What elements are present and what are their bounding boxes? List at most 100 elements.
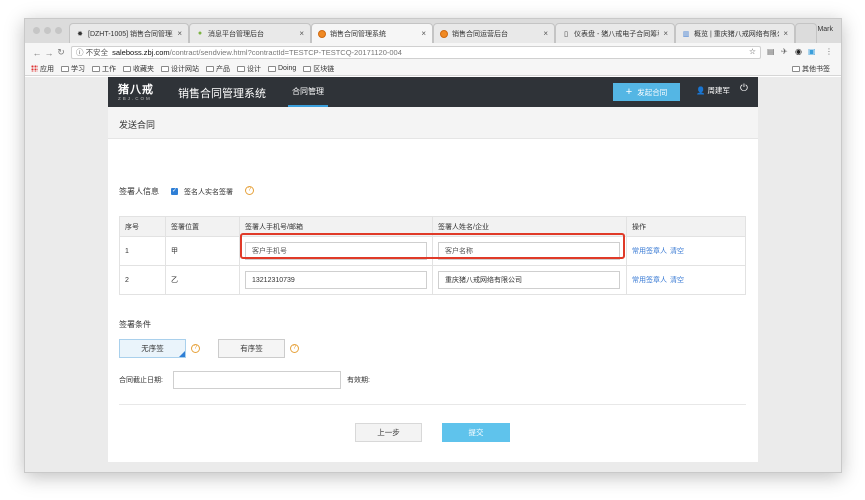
column-header: 操作: [626, 216, 746, 237]
clear-link[interactable]: 清空: [670, 277, 684, 284]
row-number: 2: [119, 265, 166, 295]
logout-icon[interactable]: ⏻: [740, 83, 748, 94]
logo[interactable]: 猪八戒: [118, 81, 154, 97]
zoom-window-dot[interactable]: [55, 27, 62, 34]
unordered-sign-option[interactable]: 无序签: [119, 339, 186, 358]
folder-icon: [61, 65, 69, 72]
previous-step-button[interactable]: 上一步: [355, 423, 422, 442]
bookmark-folder[interactable]: 工作: [92, 64, 116, 74]
row-number: 1: [119, 236, 166, 266]
close-window-dot[interactable]: [33, 27, 40, 34]
extension-icon[interactable]: ◉: [795, 47, 802, 56]
tab-sales-contract[interactable]: 销售合同管理系统 ×: [311, 23, 433, 43]
bookmark-apps[interactable]: 应用: [31, 64, 54, 74]
submit-button[interactable]: 提交: [442, 423, 510, 442]
ordered-sign-option[interactable]: 有序签: [218, 339, 285, 358]
column-header: 序号: [119, 216, 166, 237]
table-row: 2 乙 13212310739 重庆猪八戒网络有限公司 常用签章人 清空: [119, 265, 746, 295]
sign-position: 乙: [165, 265, 240, 295]
nav-tab-contract-management[interactable]: 合同管理: [288, 77, 328, 107]
minimize-window-dot[interactable]: [44, 27, 51, 34]
reload-icon[interactable]: ↻: [55, 47, 67, 58]
bookmark-folder[interactable]: 收藏夹: [123, 64, 154, 74]
close-icon[interactable]: ×: [177, 29, 182, 38]
close-icon[interactable]: ×: [299, 29, 304, 38]
bookmark-folder[interactable]: 设计: [237, 64, 261, 74]
clear-link[interactable]: 清空: [670, 248, 684, 255]
plus-icon: +: [625, 86, 633, 98]
page-icon: ▯: [564, 30, 568, 38]
common-signer-link[interactable]: 常用签章人: [632, 248, 667, 255]
validity-label: 有效期:: [347, 377, 370, 384]
sign-condition-label: 签署条件: [119, 320, 151, 329]
system-name: 销售合同管理系统: [178, 88, 266, 100]
close-icon[interactable]: ×: [783, 29, 788, 38]
bookmark-star-icon[interactable]: ☆: [749, 47, 756, 56]
leaf-icon: ●: [197, 30, 203, 37]
logo-subtext: ZBJ.COM: [118, 96, 152, 101]
folder-icon: [268, 65, 276, 72]
signer-info-label: 签署人信息: [119, 187, 159, 196]
close-icon[interactable]: ×: [543, 29, 548, 38]
close-icon[interactable]: ×: [663, 29, 668, 38]
toolbar: ← → ↻ ⓘ 不安全 saleboss.zbj.com /contract/s…: [25, 43, 841, 62]
bookmark-folder[interactable]: 产品: [206, 64, 230, 74]
folder-icon: [92, 65, 100, 72]
insecure-label[interactable]: ⓘ 不安全: [76, 47, 108, 58]
column-header: 签署位置: [165, 216, 240, 237]
folder-icon: [161, 65, 169, 72]
orange-dot-icon: [318, 29, 326, 38]
deadline-label: 合同截止日期:: [119, 377, 163, 384]
highlight-box: [240, 233, 625, 259]
user-menu[interactable]: 👤 周建军: [696, 85, 730, 96]
menu-icon[interactable]: ⋮: [825, 47, 833, 56]
forward-icon[interactable]: →: [43, 48, 55, 58]
signer-name-input[interactable]: 重庆猪八戒网络有限公司: [438, 271, 620, 289]
help-icon[interactable]: ?: [245, 186, 254, 195]
tab-sales-ops[interactable]: 销售合同运营后台 ×: [433, 23, 555, 43]
help-icon[interactable]: ?: [191, 344, 200, 353]
url-domain: saleboss.zbj.com: [112, 48, 170, 57]
other-bookmarks[interactable]: 其他书签: [792, 64, 830, 74]
page: 猪八戒 ZBJ.COM 销售合同管理系统 合同管理 + 发起合同 👤 周建军 ⏻…: [25, 77, 841, 472]
app-header: 猪八戒 ZBJ.COM 销售合同管理系统 合同管理 + 发起合同 👤 周建军 ⏻: [108, 77, 758, 107]
selected-corner-icon: [179, 351, 185, 357]
ticket-icon: ✸: [77, 30, 83, 38]
sign-position: 甲: [165, 236, 240, 266]
back-icon[interactable]: ←: [31, 48, 43, 58]
tab-dzht[interactable]: ✸ [DZHT-1005] 销售合同管理系 ×: [69, 23, 189, 43]
extension-icon[interactable]: ▤: [767, 47, 775, 56]
close-icon[interactable]: ×: [421, 29, 426, 38]
bookmark-folder[interactable]: 设计网站: [161, 64, 199, 74]
row-actions: 常用签章人 清空: [626, 265, 746, 295]
page-title: 发送合同: [119, 120, 156, 130]
address-bar[interactable]: ⓘ 不安全 saleboss.zbj.com /contract/sendvie…: [71, 46, 761, 59]
realname-checkbox[interactable]: ✓: [171, 188, 178, 195]
realname-checkbox-label: 签名人实名签署: [184, 189, 233, 196]
bookmark-folder[interactable]: 学习: [61, 64, 85, 74]
bookmark-folder[interactable]: 区块链: [303, 64, 334, 74]
row-actions: 常用签章人 清空: [626, 236, 746, 266]
tab-message-platform[interactable]: ● 消息平台管理后台 ×: [189, 23, 311, 43]
extension-icon[interactable]: ▣: [808, 47, 816, 56]
folder-icon: [206, 65, 214, 72]
tab-overview[interactable]: ▥ 概览 | 重庆猪八戒网络有限公 ×: [675, 23, 795, 43]
user-icon: 👤: [696, 86, 706, 95]
tab-dashboard[interactable]: ▯ 仪表盘 - 猪八戒电子合同筹私 ×: [555, 23, 675, 43]
new-tab-button[interactable]: [795, 23, 817, 43]
deadline-date-input[interactable]: [173, 371, 341, 389]
launch-contract-button[interactable]: + 发起合同: [613, 83, 680, 101]
common-signer-link[interactable]: 常用签章人: [632, 277, 667, 284]
chart-icon: ▥: [682, 30, 690, 38]
folder-icon: [123, 65, 131, 72]
bookmarks-bar: 应用 学习 工作 收藏夹 设计网站 产品 设计 Doing 区块链 其他书签: [25, 62, 841, 76]
folder-icon: [792, 65, 800, 72]
apps-icon: [31, 65, 38, 72]
extension-icon[interactable]: ✈: [781, 47, 788, 56]
profile-name[interactable]: Mark: [817, 26, 833, 33]
help-icon[interactable]: ?: [290, 344, 299, 353]
browser-window: ✸ [DZHT-1005] 销售合同管理系 × ● 消息平台管理后台 × 销售合…: [24, 18, 842, 473]
signer-phone-input[interactable]: 13212310739: [245, 271, 427, 289]
title-bar: 发送合同: [108, 107, 758, 139]
bookmark-folder[interactable]: Doing: [268, 65, 296, 72]
